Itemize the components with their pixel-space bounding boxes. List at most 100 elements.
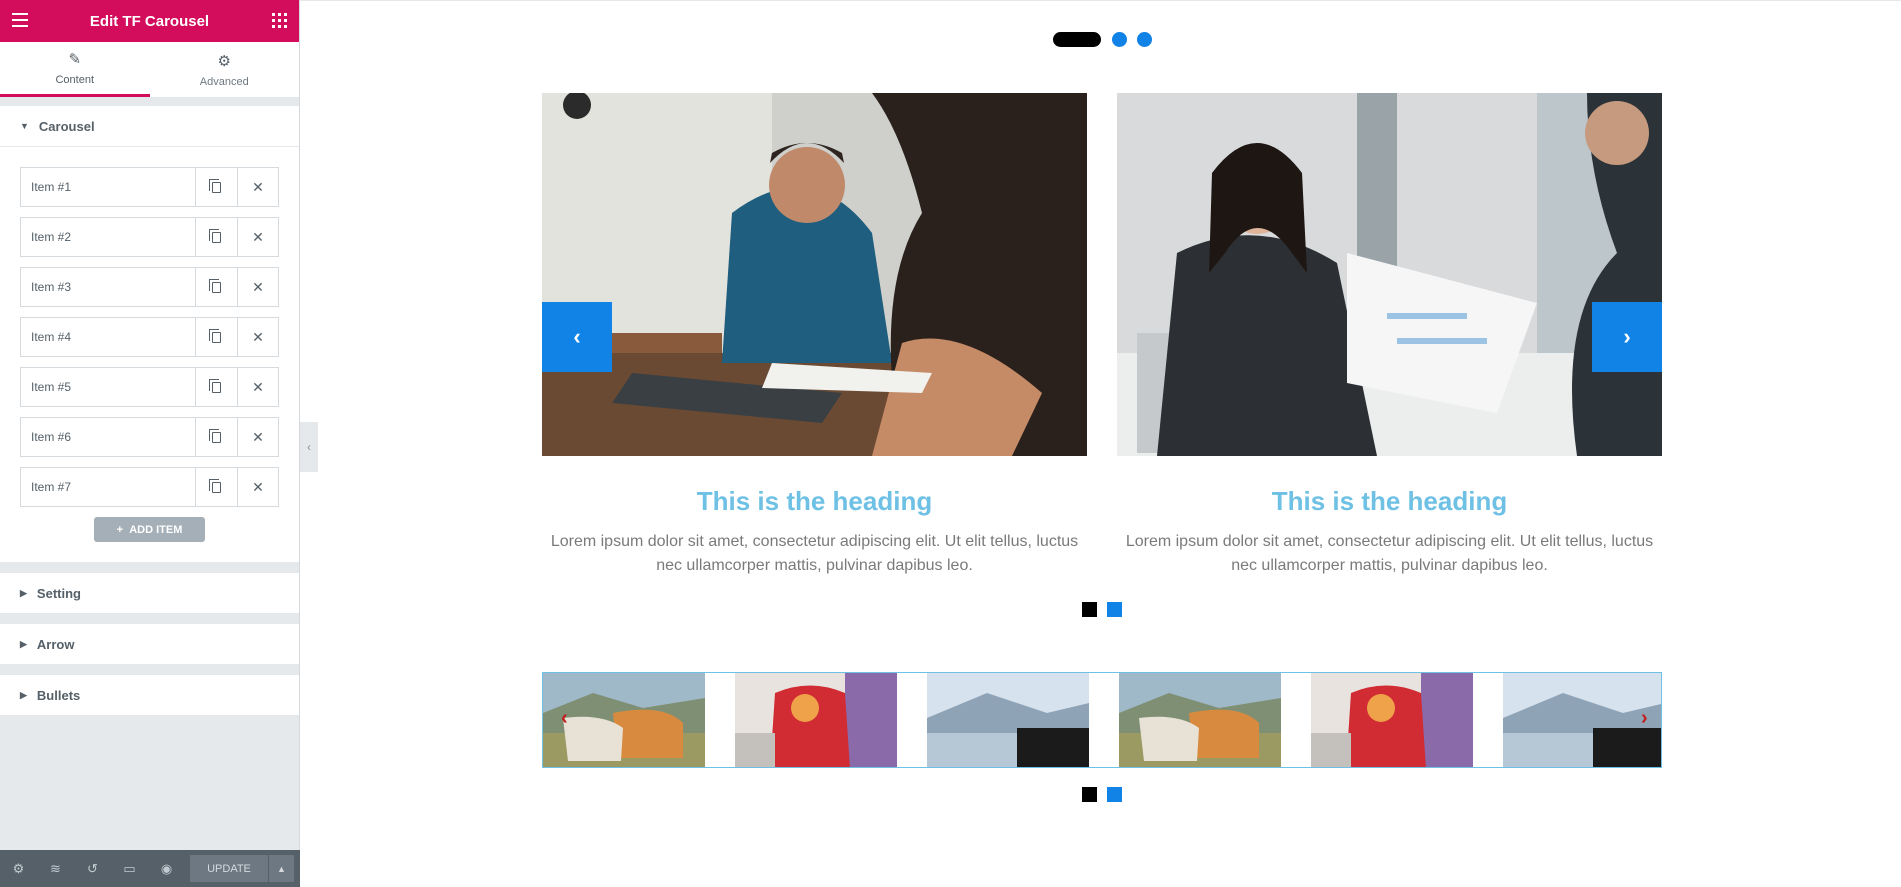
tab-content[interactable]: ✎ Content [0, 42, 150, 97]
duplicate-icon[interactable] [196, 368, 237, 406]
pagination-bullet-active[interactable] [1053, 32, 1101, 47]
pagination-bullet-active[interactable] [1082, 787, 1097, 802]
repeater-item: Item #3 ✕ [20, 267, 279, 307]
repeater-item: Item #2 ✕ [20, 217, 279, 257]
history-icon[interactable]: ↺ [74, 850, 111, 887]
navigator-icon[interactable]: ≋ [37, 850, 74, 887]
repeater-item: Item #1 ✕ [20, 167, 279, 207]
duplicate-icon[interactable] [196, 318, 237, 356]
update-options-icon[interactable]: ▲ [269, 855, 294, 882]
slide-text: Lorem ipsum dolor sit amet, consectetur … [1125, 533, 1654, 574]
tab-advanced-label: Advanced [199, 75, 249, 88]
repeater-item-title[interactable]: Item #2 [21, 218, 196, 256]
divider [0, 98, 299, 106]
repeater-item: Item #6 ✕ [20, 417, 279, 457]
caret-right-icon: ▶ [20, 638, 27, 649]
repeater-item-title[interactable]: Item #6 [21, 418, 196, 456]
panel-title: Edit TF Carousel [89, 12, 210, 30]
pagination-bullet[interactable] [1107, 602, 1122, 617]
pagination-bullet[interactable] [1112, 32, 1127, 47]
panel-header: Edit TF Carousel [0, 0, 299, 42]
section-setting-header[interactable]: ▶ Setting [0, 573, 299, 613]
pagination-bullet-active[interactable] [1082, 602, 1097, 617]
thumbnail-chef[interactable] [735, 673, 897, 767]
tab-advanced[interactable]: ⚙ Advanced [149, 42, 299, 97]
thumbnail-next-icon[interactable]: › [1641, 707, 1648, 730]
repeater-item-title[interactable]: Item #5 [21, 368, 196, 406]
divider [0, 665, 299, 675]
section-setting: ▶ Setting [0, 573, 299, 614]
close-icon[interactable]: ✕ [237, 218, 278, 256]
thumbnail-pagination-squares [1082, 787, 1132, 802]
hamburger-menu-icon[interactable] [12, 13, 28, 27]
preview-eye-icon[interactable]: ◉ [148, 850, 185, 887]
carousel-next-button[interactable]: › [1592, 302, 1662, 372]
close-icon[interactable]: ✕ [237, 168, 278, 206]
editor-panel: Edit TF Carousel ✎ Content ⚙ Advanced ▼ … [0, 0, 300, 887]
add-item-label: ADD ITEM [129, 523, 183, 536]
slide-text: Lorem ipsum dolor sit amet, consectetur … [550, 533, 1079, 574]
section-carousel: ▼ Carousel Item #1 ✕ Item #2 ✕ Item #3 ✕… [0, 106, 299, 563]
carousel-pagination-top [1053, 32, 1162, 47]
slide-heading: This is the heading [696, 486, 933, 516]
caret-right-icon: ▶ [20, 587, 27, 598]
close-icon[interactable]: ✕ [237, 318, 278, 356]
repeater-item-title[interactable]: Item #3 [21, 268, 196, 306]
repeater-item-title[interactable]: Item #1 [21, 168, 196, 206]
settings-icon[interactable]: ⚙ [0, 850, 37, 887]
tab-content-label: Content [55, 74, 95, 86]
repeater-item-title[interactable]: Item #4 [21, 318, 196, 356]
panel-footer: ⚙ ≋ ↺ ▭ ◉ UPDATE ▲ [0, 850, 300, 887]
caret-right-icon: ▶ [20, 689, 27, 700]
carousel-slide: This is the heading Lorem ipsum dolor si… [542, 93, 1087, 578]
close-icon[interactable]: ✕ [237, 418, 278, 456]
chevron-right-icon: › [1623, 324, 1631, 349]
repeater-item-title[interactable]: Item #7 [21, 468, 196, 506]
section-arrow-header[interactable]: ▶ Arrow [0, 624, 299, 664]
repeater-item: Item #5 ✕ [20, 367, 279, 407]
duplicate-icon[interactable] [196, 218, 237, 256]
carousel-prev-button[interactable]: ‹ [542, 302, 612, 372]
repeater-list: Item #1 ✕ Item #2 ✕ Item #3 ✕ Item #4 ✕ … [0, 146, 299, 562]
slide-heading: This is the heading [1271, 486, 1508, 516]
responsive-mode-icon[interactable]: ▭ [111, 850, 148, 887]
gear-icon: ⚙ [217, 52, 231, 70]
divider [0, 614, 299, 624]
thumbnail-horses[interactable] [1119, 673, 1281, 767]
close-icon[interactable]: ✕ [237, 368, 278, 406]
caret-down-icon: ▼ [20, 121, 29, 131]
section-bullets-header[interactable]: ▶ Bullets [0, 675, 299, 715]
section-carousel-title: Carousel [38, 118, 95, 134]
preview-canvas: This is the heading Lorem ipsum dolor si… [300, 0, 1901, 887]
thumbnail-chef[interactable] [1311, 673, 1473, 767]
section-bullets-title: Bullets [36, 687, 81, 703]
repeater-item: Item #7 ✕ [20, 467, 279, 507]
duplicate-icon[interactable] [196, 268, 237, 306]
divider [0, 563, 299, 573]
section-setting-title: Setting [36, 585, 81, 601]
section-arrow-title: Arrow [36, 636, 75, 652]
carousel-slide: This is the heading Lorem ipsum dolor si… [1117, 93, 1662, 578]
duplicate-icon[interactable] [196, 468, 237, 506]
duplicate-icon[interactable] [196, 418, 237, 456]
duplicate-icon[interactable] [196, 168, 237, 206]
section-carousel-header[interactable]: ▼ Carousel [0, 106, 299, 146]
close-icon[interactable]: ✕ [237, 468, 278, 506]
panel-tabs: ✎ Content ⚙ Advanced [0, 42, 299, 98]
thumbnail-carousel: ‹ › [542, 672, 1662, 768]
pagination-bullet[interactable] [1137, 32, 1152, 47]
pagination-bullet[interactable] [1107, 787, 1122, 802]
section-arrow: ▶ Arrow [0, 624, 299, 665]
close-icon[interactable]: ✕ [237, 268, 278, 306]
slide-image-interview [1117, 93, 1662, 456]
thumbnail-prev-icon[interactable]: ‹ [561, 707, 568, 730]
carousel-pagination-squares [1082, 602, 1132, 617]
section-bullets: ▶ Bullets [0, 675, 299, 716]
thumbnail-lake[interactable] [1503, 673, 1661, 767]
repeater-item: Item #4 ✕ [20, 317, 279, 357]
update-button[interactable]: UPDATE [190, 855, 268, 882]
widgets-grid-icon[interactable] [272, 13, 287, 28]
add-item-button[interactable]: + ADD ITEM [94, 517, 205, 542]
chevron-left-icon: ‹ [573, 324, 581, 349]
thumbnail-lake[interactable] [927, 673, 1089, 767]
